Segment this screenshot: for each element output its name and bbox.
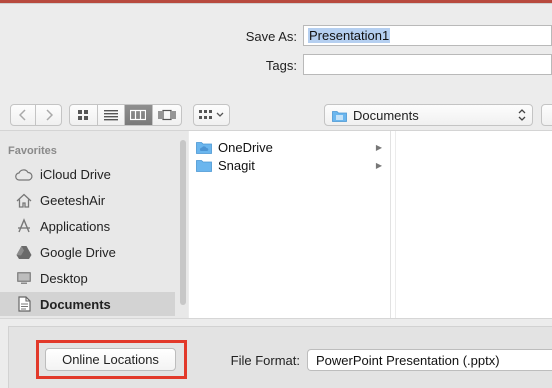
cover-flow-button[interactable] <box>153 105 181 125</box>
sidebar-item-google-drive[interactable]: Google Drive <box>0 240 175 264</box>
folder-icon <box>196 159 212 172</box>
home-icon <box>15 191 33 209</box>
save-as-label: Save As: <box>245 29 297 44</box>
icon-view-button[interactable] <box>70 105 98 125</box>
file-item-onedrive[interactable]: OneDrive ▶ <box>196 138 386 156</box>
forward-button[interactable] <box>36 105 61 125</box>
sidebar-item-label: Documents <box>40 296 111 312</box>
list-view-button[interactable] <box>98 105 126 125</box>
sidebar-item-label: Desktop <box>40 270 88 286</box>
disclosure-arrow-icon: ▶ <box>375 160 382 170</box>
location-popup-label: Documents <box>353 107 419 123</box>
back-button[interactable] <box>11 105 36 125</box>
expand-button[interactable] <box>541 104 552 126</box>
arrange-grid-icon <box>199 110 212 119</box>
documents-folder-icon <box>332 110 347 122</box>
save-as-value: Presentation1 <box>308 28 391 43</box>
column-divider-right <box>395 131 396 318</box>
grid-icon <box>78 110 89 120</box>
sidebar-scrollbar-thumb[interactable] <box>180 140 186 305</box>
google-drive-icon <box>15 243 33 261</box>
desktop-icon <box>15 269 33 287</box>
cover-flow-icon <box>158 109 176 121</box>
list-icon <box>103 110 118 121</box>
column-divider[interactable] <box>390 131 391 318</box>
disclosure-arrow-icon: ▶ <box>375 142 382 152</box>
cloud-icon <box>15 165 33 183</box>
columns-icon <box>130 109 147 121</box>
file-format-popup[interactable]: PowerPoint Presentation (.pptx) <box>307 349 552 371</box>
column-view-button[interactable] <box>125 105 153 125</box>
sidebar-item-label: Google Drive <box>40 244 116 260</box>
file-format-value: PowerPoint Presentation (.pptx) <box>316 352 500 368</box>
sidebar-item-desktop[interactable]: Desktop <box>0 266 175 290</box>
sidebar-item-label: GeeteshAir <box>40 192 106 208</box>
sidebar-item-applications[interactable]: Applications <box>0 214 175 238</box>
chevron-down-icon <box>216 112 224 117</box>
sidebar-item-geeteshair[interactable]: GeeteshAir <box>0 188 175 212</box>
chevron-left-icon <box>19 109 26 121</box>
documents-icon <box>15 295 33 313</box>
arrange-button[interactable] <box>193 104 230 126</box>
chevron-right-icon <box>45 109 53 121</box>
updown-arrows-icon <box>518 109 526 121</box>
window-top-divider <box>0 3 552 4</box>
file-item-label: Snagit <box>218 157 255 173</box>
back-forward-buttons <box>10 104 62 126</box>
favorites-heading: Favorites <box>8 145 57 157</box>
applications-icon <box>15 217 33 235</box>
view-mode-control <box>69 104 182 126</box>
tags-field[interactable] <box>303 54 552 75</box>
file-format-label: File Format: <box>230 353 300 368</box>
highlight-annotation <box>36 340 187 379</box>
sidebar-item-documents[interactable]: Documents <box>0 292 175 316</box>
file-item-label: OneDrive <box>218 139 273 155</box>
sidebar-item-icloud-drive[interactable]: iCloud Drive <box>0 162 175 186</box>
save-as-field[interactable]: Presentation1 <box>303 25 552 46</box>
location-popup[interactable]: Documents <box>324 104 533 126</box>
file-item-snagit[interactable]: Snagit ▶ <box>196 156 386 174</box>
folder-icon <box>196 141 212 154</box>
sidebar-item-label: Applications <box>40 218 111 234</box>
tags-label: Tags: <box>265 58 297 73</box>
sidebar-item-label: iCloud Drive <box>40 166 111 182</box>
